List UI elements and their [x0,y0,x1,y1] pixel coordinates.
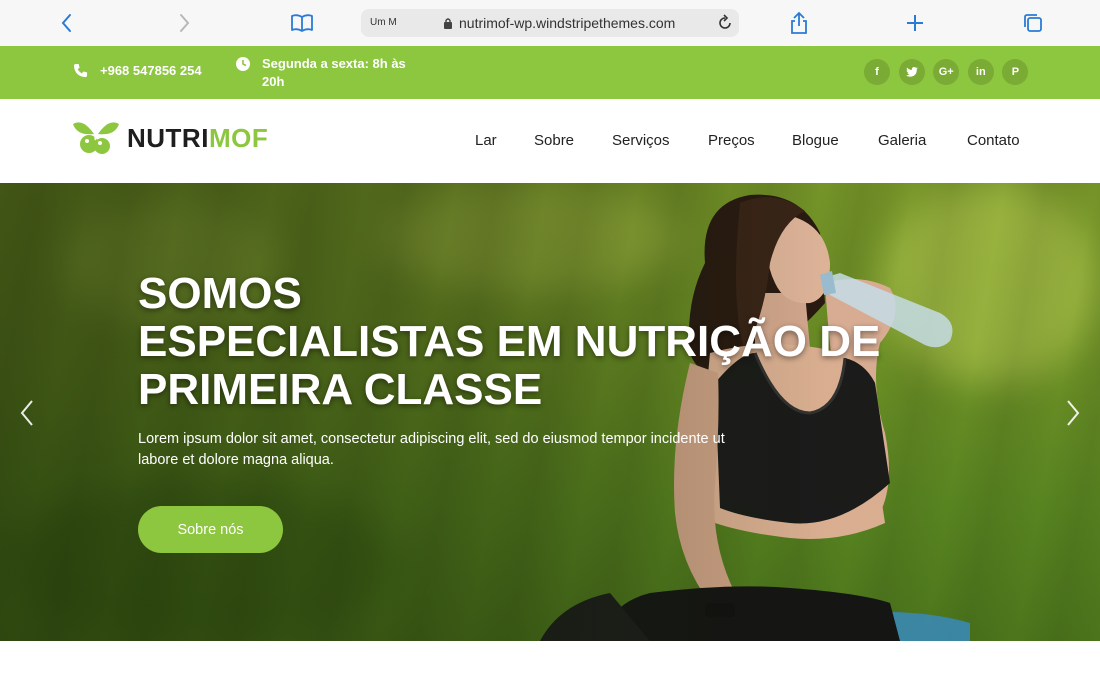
lock-icon [444,18,452,29]
twitter-icon[interactable] [898,59,925,85]
book-icon [291,14,313,32]
social-links: f G+ in P [864,59,1037,85]
menu-item-blogue[interactable]: Blogue [792,132,839,149]
share-icon [791,11,807,34]
hero-title: SOMOS ESPECIALISTAS EM NUTRIÇÃO DE PRIME… [138,270,938,414]
hero-description: Lorem ipsum dolor sit amet, consectetur … [138,431,725,468]
opening-hours-text: Segunda a sexta: 8h às 20h [262,56,406,89]
opening-hours: Segunda a sexta: 8h às 20h [236,55,412,91]
back-button[interactable] [54,10,80,36]
menu-item-sobre[interactable]: Sobre [534,132,574,149]
menu-item-lar[interactable]: Lar [475,132,497,149]
phone-icon [73,63,88,78]
bookmarks-button[interactable] [289,10,315,36]
linkedin-icon[interactable]: in [967,59,994,85]
browser-toolbar: Um M nutrimof-wp.windstripethemes.com [0,0,1100,46]
google-plus-icon[interactable]: G+ [933,59,960,85]
menu-item-galeria[interactable]: Galeria [878,132,926,149]
top-info-bar: +968 547856 254 Segunda a sexta: 8h às 2… [0,46,1100,99]
clock-icon [236,57,250,71]
forward-button[interactable] [171,10,197,36]
hero-slider: SOMOS ESPECIALISTAS EM NUTRIÇÃO DE PRIME… [0,183,1100,641]
site-header: NUTRIMOF Lar Sobre Serviços Preços Blogu… [0,99,1100,183]
tabs-button[interactable] [1020,10,1046,36]
menu-item-servicos[interactable]: Serviços [612,132,670,149]
menu-item-contato[interactable]: Contato [967,132,1020,149]
hero-title-line1: SOMOS [138,269,302,318]
phone-number: +968 547856 254 [100,63,202,78]
plus-icon [907,15,923,31]
menu-item-precos[interactable]: Preços [708,132,755,149]
reader-mode-label[interactable]: Um M [370,17,397,31]
about-us-button[interactable]: Sobre nós [138,506,283,553]
hero-title-line2: ESPECIALISTAS EM NUTRIÇÃO DE [138,317,881,366]
new-tab-button[interactable] [902,10,928,36]
url-text[interactable]: nutrimof-wp.windstripethemes.com [459,15,675,31]
reload-icon[interactable] [716,14,734,32]
pinterest-icon[interactable]: P [1002,59,1029,85]
tabs-icon [1024,14,1042,32]
slider-prev-arrow-icon[interactable] [17,398,37,428]
slider-next-arrow-icon[interactable] [1063,398,1083,428]
address-bar[interactable]: Um M nutrimof-wp.windstripethemes.com [361,9,739,37]
chevron-right-icon [180,14,190,32]
hero-title-line3: PRIMEIRA CLASSE [138,365,543,414]
facebook-icon[interactable]: f [864,59,890,85]
main-menu: Lar Sobre Serviços Preços Blogue Galeria… [0,132,1100,152]
share-button[interactable] [786,10,812,36]
chevron-left-icon [61,14,71,32]
phone-contact[interactable]: +968 547856 254 [73,63,202,78]
